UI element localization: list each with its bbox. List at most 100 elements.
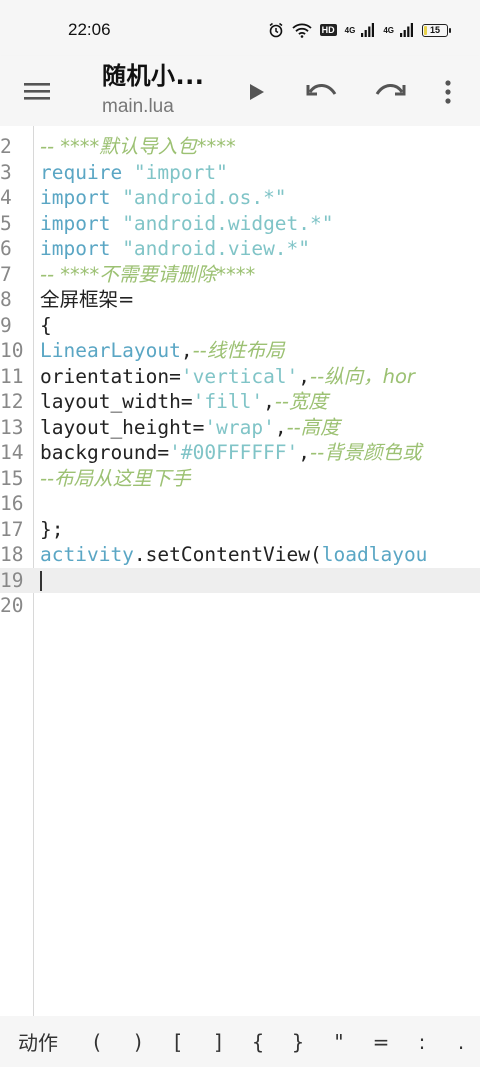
symbol-key[interactable]: "	[318, 1016, 360, 1067]
symbol-key[interactable]: (	[76, 1016, 118, 1067]
code-token-kw: import	[40, 211, 123, 235]
code-text: layout_width='fill',--宽度	[40, 389, 328, 415]
code-line[interactable]: 4 import "android.os.*"	[0, 185, 480, 211]
line-number: 14	[0, 441, 24, 464]
signal-icon-2	[400, 23, 413, 37]
code-line[interactable]: 14 background='#00FFFFFF',--背景颜色或	[0, 440, 480, 466]
code-text: background='#00FFFFFF',--背景颜色或	[40, 440, 422, 466]
line-number: 3	[0, 160, 12, 184]
code-token-comment: --纵向，hor	[310, 364, 415, 388]
code-token-plain: orientation=	[40, 364, 181, 388]
code-token-kw: LinearLayout	[40, 339, 181, 362]
wifi-icon	[292, 23, 312, 38]
code-token-comment: --宽度	[274, 390, 328, 413]
code-text: import "android.widget.*"	[40, 211, 334, 237]
file-title: 随机小...	[102, 62, 205, 90]
code-token-str: "android.os.*"	[122, 186, 287, 209]
code-text: -- ****不需要请删除****	[40, 262, 255, 288]
line-number: 2	[0, 135, 12, 158]
code-token-str: 'fill'	[192, 390, 264, 413]
text-cursor	[40, 570, 42, 591]
line-number: 16	[0, 492, 24, 515]
code-line[interactable]: 16	[0, 491, 480, 517]
line-number: 12	[0, 390, 24, 413]
symbol-key[interactable]: ]	[198, 1016, 238, 1067]
menu-button[interactable]	[22, 76, 56, 110]
code-token-str: "android.view.*"	[122, 237, 311, 260]
code-line[interactable]: 20	[0, 593, 480, 619]
line-number: 20	[0, 594, 24, 617]
code-line[interactable]: 6 import "android.view.*"	[0, 236, 480, 262]
symbol-key[interactable]: :	[402, 1016, 442, 1067]
undo-button[interactable]	[302, 72, 342, 112]
symbol-key[interactable]: .	[442, 1016, 480, 1067]
code-line[interactable]: 8 全屏框架=	[0, 287, 480, 313]
code-line[interactable]: 13 layout_height='wrap',--高度	[0, 415, 480, 441]
battery-fill	[424, 25, 428, 35]
more-options-button[interactable]	[428, 72, 468, 112]
line-number: 18	[0, 543, 24, 566]
code-line[interactable]: 17};	[0, 517, 480, 543]
line-number: 5	[0, 211, 12, 235]
code-token-str: "import"	[133, 160, 228, 184]
code-text: LinearLayout,--线性布局	[40, 338, 285, 364]
code-token-comment: --高度	[286, 415, 340, 439]
code-line[interactable]: 11 orientation='vertical',--纵向，hor	[0, 364, 480, 390]
code-token-comment: --背景颜色或	[310, 441, 422, 464]
run-button[interactable]	[236, 72, 276, 112]
line-number: 19	[0, 568, 24, 592]
code-line[interactable]: 12 layout_width='fill',--宽度	[0, 389, 480, 415]
code-text: orientation='vertical',--纵向，hor	[40, 364, 415, 390]
line-number: 6	[0, 237, 12, 260]
code-token-plain: .setContentView(	[133, 543, 322, 566]
code-token-comment: --线性布局	[192, 339, 285, 362]
code-token-str: '#00FFFFFF'	[169, 441, 299, 464]
code-text: layout_height='wrap',--高度	[40, 415, 340, 441]
code-line[interactable]: 3 require "import"	[0, 160, 480, 186]
redo-icon	[375, 84, 406, 96]
code-token-plain: };	[40, 517, 64, 541]
code-line[interactable]: 18 activity.setContentView(loadlayou	[0, 542, 480, 568]
more-vert-icon	[445, 80, 451, 104]
line-number: 11	[0, 364, 24, 388]
code-token-plain: ,	[263, 390, 275, 413]
code-line[interactable]: 2 -- ****默认导入包****	[0, 134, 480, 160]
line-number: 17	[0, 517, 24, 541]
symbol-key[interactable]: [	[158, 1016, 198, 1067]
code-line[interactable]: 9{	[0, 313, 480, 339]
code-line[interactable]: 5 import "android.widget.*"	[0, 211, 480, 237]
app-toolbar: 随机小... main.lua	[0, 56, 480, 126]
menu-icon	[24, 83, 50, 100]
line-number: 10	[0, 339, 24, 362]
code-token-plain: ,	[298, 441, 311, 464]
symbol-key[interactable]: =	[360, 1016, 402, 1067]
code-line[interactable]: 7 -- ****不需要请删除****	[0, 262, 480, 288]
code-lines[interactable]: 2 -- ****默认导入包**** 3 require "import" 4 impor…	[0, 134, 480, 619]
code-editor[interactable]: 2 -- ****默认导入包**** 3 require "import" 4 impor…	[0, 126, 480, 1016]
symbol-key[interactable]: {	[238, 1016, 278, 1067]
code-token-plain: layout_height=	[40, 415, 205, 439]
code-token-str: 'vertical'	[180, 364, 299, 388]
code-token-plain: ,	[180, 339, 193, 362]
code-line[interactable]: 10 LinearLayout,--线性布局	[0, 338, 480, 364]
code-token-plain: {	[40, 313, 52, 337]
code-token-kw: activity	[40, 543, 134, 566]
code-text: -- ****默认导入包****	[40, 134, 236, 160]
code-token-comment: --布局从这里下手	[40, 466, 191, 490]
line-number: 4	[0, 186, 12, 209]
hd-badge: HD	[319, 24, 337, 36]
symbol-bar: 动作()[]{} " =:.	[0, 1016, 480, 1067]
symbol-key[interactable]: }	[278, 1016, 318, 1067]
code-line[interactable]: 15 --布局从这里下手	[0, 466, 480, 492]
code-token-kw: loadlayou	[321, 543, 428, 566]
symbol-key[interactable]: )	[118, 1016, 158, 1067]
code-line-current[interactable]: 19	[0, 567, 480, 593]
redo-button[interactable]	[370, 72, 410, 112]
code-token-plain: layout_width=	[40, 390, 193, 413]
code-text: };	[40, 517, 63, 543]
battery-level: 15	[429, 25, 440, 35]
network-type-2: 4G	[383, 25, 394, 35]
play-icon	[250, 84, 264, 100]
action-button[interactable]: 动作	[0, 1016, 76, 1067]
code-text: import "android.os.*"	[40, 185, 287, 211]
